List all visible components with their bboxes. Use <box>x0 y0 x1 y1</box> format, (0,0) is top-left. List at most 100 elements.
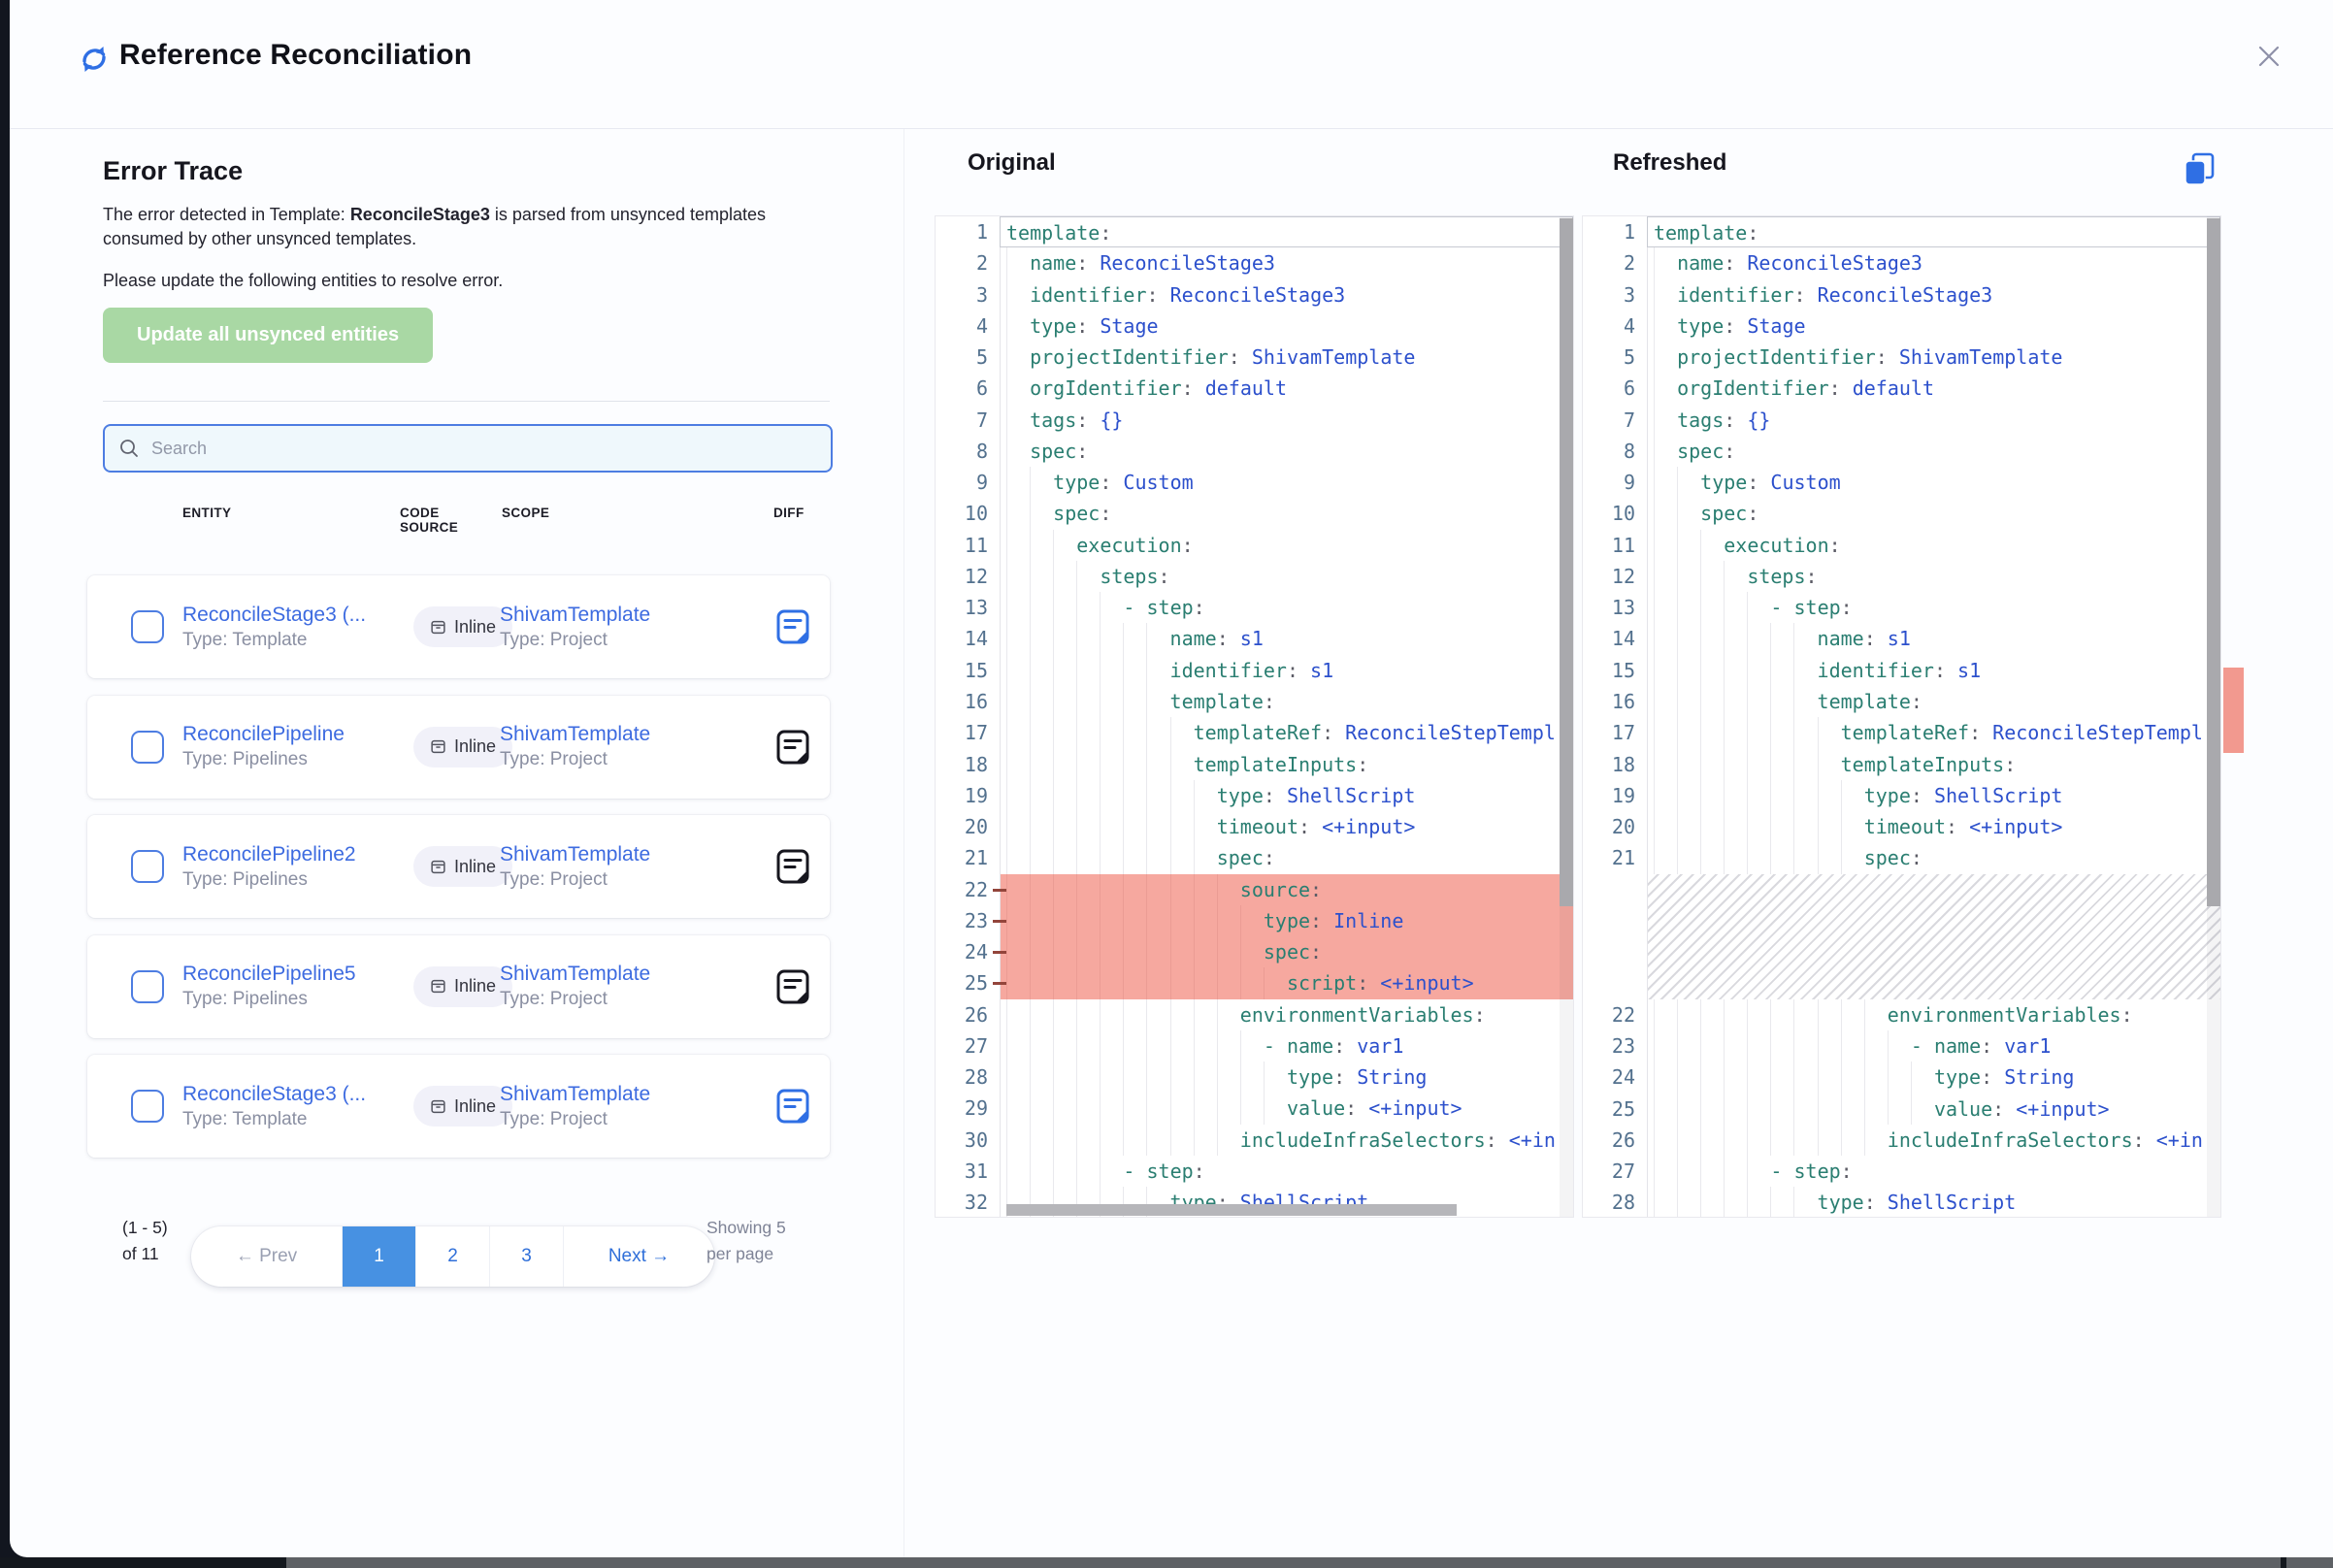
refreshed-vertical-scrollbar[interactable] <box>2207 216 2220 1217</box>
search-input[interactable] <box>151 439 817 459</box>
line-number: 19 <box>936 780 1000 811</box>
code-source-label: Inline <box>454 1096 496 1117</box>
diff-document-icon[interactable] <box>773 1087 812 1126</box>
line-number: 26 <box>936 999 1000 1030</box>
line-number: 26 <box>1583 1125 1647 1156</box>
table-header-row: ENTITY CODE SOURCE SCOPE DIFF <box>66 506 842 544</box>
scope-name-link[interactable]: ShivamTemplate <box>500 963 733 986</box>
scope-name-link[interactable]: ShivamTemplate <box>500 843 733 866</box>
diff-document-icon[interactable] <box>773 728 812 767</box>
page-scrollbar-endcap[interactable] <box>2284 1557 2333 1568</box>
original-horizontal-scrollbar-thumb[interactable] <box>1006 1204 1457 1216</box>
reference-reconciliation-dialog: Reference Reconciliation Error Trace The… <box>10 0 2333 1557</box>
code-line: 4type: Stage <box>936 310 1573 342</box>
original-vertical-scrollbar[interactable] <box>1560 216 1573 1217</box>
scope-name-link[interactable]: ShivamTemplate <box>500 1083 733 1106</box>
next-label: Next <box>608 1246 646 1266</box>
entity-row: ReconcileStage3 (...Type: TemplateInline… <box>87 575 830 678</box>
refreshed-code-lines: 1template:2name: ReconcileStage33identif… <box>1583 216 2220 1218</box>
entity-cell: ReconcileStage3 (...Type: Template <box>182 1055 404 1158</box>
code-line: 17templateRef: ReconcileStepTempl <box>1583 717 2220 748</box>
original-vertical-scrollbar-thumb[interactable] <box>1560 218 1573 906</box>
line-number: 21 <box>1583 842 1647 873</box>
code-line: 31- step: <box>936 1156 1573 1187</box>
code-line: 24type: String <box>1583 1062 2220 1093</box>
code-line: 18templateInputs: <box>1583 749 2220 780</box>
column-header-entity: ENTITY <box>182 506 231 520</box>
entity-row: ReconcilePipelineType: PipelinesInlineSh… <box>87 696 830 799</box>
line-number: 27 <box>936 1030 1000 1062</box>
code-line: 19type: ShellScript <box>1583 780 2220 811</box>
code-line: 9type: Custom <box>1583 467 2220 498</box>
scope-name-link[interactable]: ShivamTemplate <box>500 723 733 746</box>
line-number: 2 <box>1583 247 1647 278</box>
page-horizontal-scrollbar[interactable] <box>0 1557 2333 1568</box>
line-number: 9 <box>936 467 1000 498</box>
line-number: 2 <box>936 247 1000 278</box>
page-button-3[interactable]: 3 <box>489 1226 563 1287</box>
row-checkbox[interactable] <box>131 731 164 764</box>
prev-page-button[interactable]: ← Prev <box>191 1226 342 1287</box>
line-number: 25 <box>1583 1094 1647 1125</box>
next-page-button[interactable]: Next → <box>563 1226 714 1287</box>
scope-cell: ShivamTemplateType: Project <box>500 1055 733 1158</box>
close-icon[interactable] <box>2250 37 2288 76</box>
diff-document-icon[interactable] <box>773 967 812 1006</box>
scope-cell: ShivamTemplate Type: Project <box>500 935 733 1038</box>
pagination: (1 - 5) of 11 ← Prev 1 2 3 Next → Showin… <box>66 1207 842 1314</box>
pagination-page-size: Showing 5 per page <box>706 1215 808 1267</box>
row-checkbox[interactable] <box>131 610 164 643</box>
inline-source-icon <box>430 738 446 755</box>
code-line: 22environmentVariables: <box>1583 999 2220 1030</box>
line-number: 3 <box>1583 279 1647 310</box>
code-line: 28type: String <box>936 1062 1573 1093</box>
line-number: 17 <box>1583 717 1647 748</box>
code-line: 12steps: <box>936 561 1573 592</box>
code-line: 10spec: <box>1583 498 2220 529</box>
inline-source-icon <box>430 619 446 636</box>
scope-name-link[interactable]: ShivamTemplate <box>500 604 733 627</box>
dialog-header: Reference Reconciliation <box>10 0 2333 129</box>
code-line: 2name: ReconcileStage3 <box>936 247 1573 278</box>
code-line: 11execution: <box>936 530 1573 561</box>
row-checkbox[interactable] <box>131 970 164 1003</box>
code-line: 7tags: {} <box>1583 405 2220 436</box>
code-line: 3identifier: ReconcileStage3 <box>936 279 1573 310</box>
code-line: 19type: ShellScript <box>936 780 1573 811</box>
entity-name-link[interactable]: ReconcilePipeline <box>182 723 404 746</box>
entity-cell: ReconcilePipeline5Type: Pipelines <box>182 935 404 1038</box>
code-line: 13- step: <box>1583 592 2220 623</box>
page-button-2[interactable]: 2 <box>415 1226 489 1287</box>
diff-document-icon[interactable] <box>773 847 812 886</box>
page-button-1[interactable]: 1 <box>342 1226 415 1287</box>
refreshed-vertical-scrollbar-thumb[interactable] <box>2207 218 2220 906</box>
entity-name-link[interactable]: ReconcileStage3 (... <box>182 604 404 627</box>
row-checkbox[interactable] <box>131 1090 164 1123</box>
code-line: 13- step: <box>936 592 1573 623</box>
code-line: 10spec: <box>936 498 1573 529</box>
original-horizontal-scrollbar[interactable] <box>936 1204 1573 1217</box>
copy-icon[interactable] <box>2181 150 2218 187</box>
code-line: 20timeout: <+input> <box>1583 811 2220 842</box>
entity-name-link[interactable]: ReconcilePipeline2 <box>182 843 404 866</box>
column-header-diff: DIFF <box>773 506 805 520</box>
prev-arrow-icon: ← <box>236 1246 254 1266</box>
code-line: 9type: Custom <box>936 467 1573 498</box>
line-number: 7 <box>1583 405 1647 436</box>
update-all-unsynced-entities-button[interactable]: Update all unsynced entities <box>103 308 433 363</box>
line-number: 9 <box>1583 467 1647 498</box>
scope-type-label: Type: Project <box>500 989 733 1010</box>
section-divider <box>103 401 830 402</box>
column-header-code-source: CODE SOURCE <box>400 506 468 535</box>
page-scrollbar-thumb[interactable] <box>286 1557 2281 1568</box>
line-number: 15 <box>936 655 1000 686</box>
line-number: 4 <box>936 310 1000 342</box>
entity-name-link[interactable]: ReconcileStage3 (... <box>182 1083 404 1106</box>
row-checkbox[interactable] <box>131 850 164 883</box>
line-number: 23 <box>1583 1030 1647 1062</box>
entity-row: ReconcilePipeline5Type: Pipelines InlineS… <box>87 935 830 1038</box>
entity-name-link[interactable]: ReconcilePipeline5 <box>182 963 404 986</box>
code-source-label: Inline <box>454 976 496 996</box>
diff-document-icon[interactable] <box>773 607 812 646</box>
line-number: 15 <box>1583 655 1647 686</box>
